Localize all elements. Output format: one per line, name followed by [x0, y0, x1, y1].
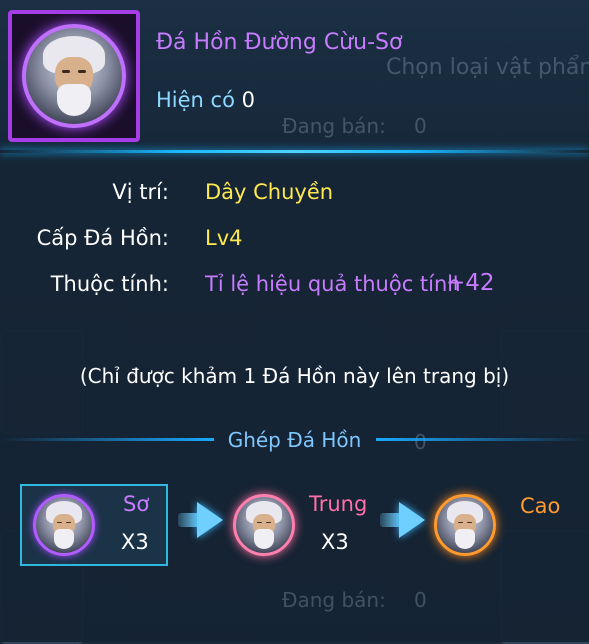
stage-count-intermediate: X3	[321, 530, 349, 554]
owned-count: 0	[241, 88, 255, 112]
item-name: Đá Hồn Đường Cừu-Sơ	[156, 30, 403, 55]
merge-arrow-icon	[197, 502, 223, 538]
selling-count: 0	[414, 588, 427, 612]
owned-quantity: Hiện có 0	[156, 88, 255, 112]
item-icon-frame	[8, 10, 140, 142]
stage-grade-advanced: Cao	[520, 494, 561, 518]
selling-count: 0	[414, 114, 427, 138]
level-value: Lv4	[205, 226, 243, 250]
stage-count-basic: X3	[121, 530, 149, 554]
choose-item-label: Chọn loại vật phẩm	[386, 55, 589, 80]
soul-stone-advanced-icon[interactable]	[434, 494, 496, 556]
level-label: Cấp Đá Hồn:	[36, 226, 169, 250]
position-label: Vị trí:	[112, 180, 169, 204]
soul-stone-intermediate-icon[interactable]	[233, 494, 295, 556]
attribute-value: Tỉ lệ hiệu quả thuộc tính	[205, 272, 461, 296]
socket-note: (Chỉ được khảm 1 Đá Hồn này lên trang bị…	[79, 364, 510, 388]
position-value: Dây Chuyền	[205, 180, 334, 204]
stage-grade-basic: Sơ	[123, 492, 150, 516]
owned-label: Hiện có	[156, 88, 235, 112]
merge-title: Ghép Đá Hồn	[227, 428, 362, 452]
attribute-bonus: +42	[446, 270, 495, 296]
stage-grade-intermediate: Trung	[309, 492, 368, 516]
selling-label: Đang bán:	[282, 114, 386, 138]
merge-arrow-icon	[399, 502, 425, 538]
header-divider	[0, 150, 589, 153]
selling-label: Đang bán:	[282, 588, 386, 612]
soul-stone-basic-icon[interactable]	[33, 494, 95, 556]
item-tooltip-panel: Chọn loại vật phẩm Đang bán: 0 Đang bán:…	[0, 0, 589, 642]
attribute-label: Thuộc tính:	[50, 272, 169, 296]
old-sage-portrait-icon	[22, 24, 126, 128]
